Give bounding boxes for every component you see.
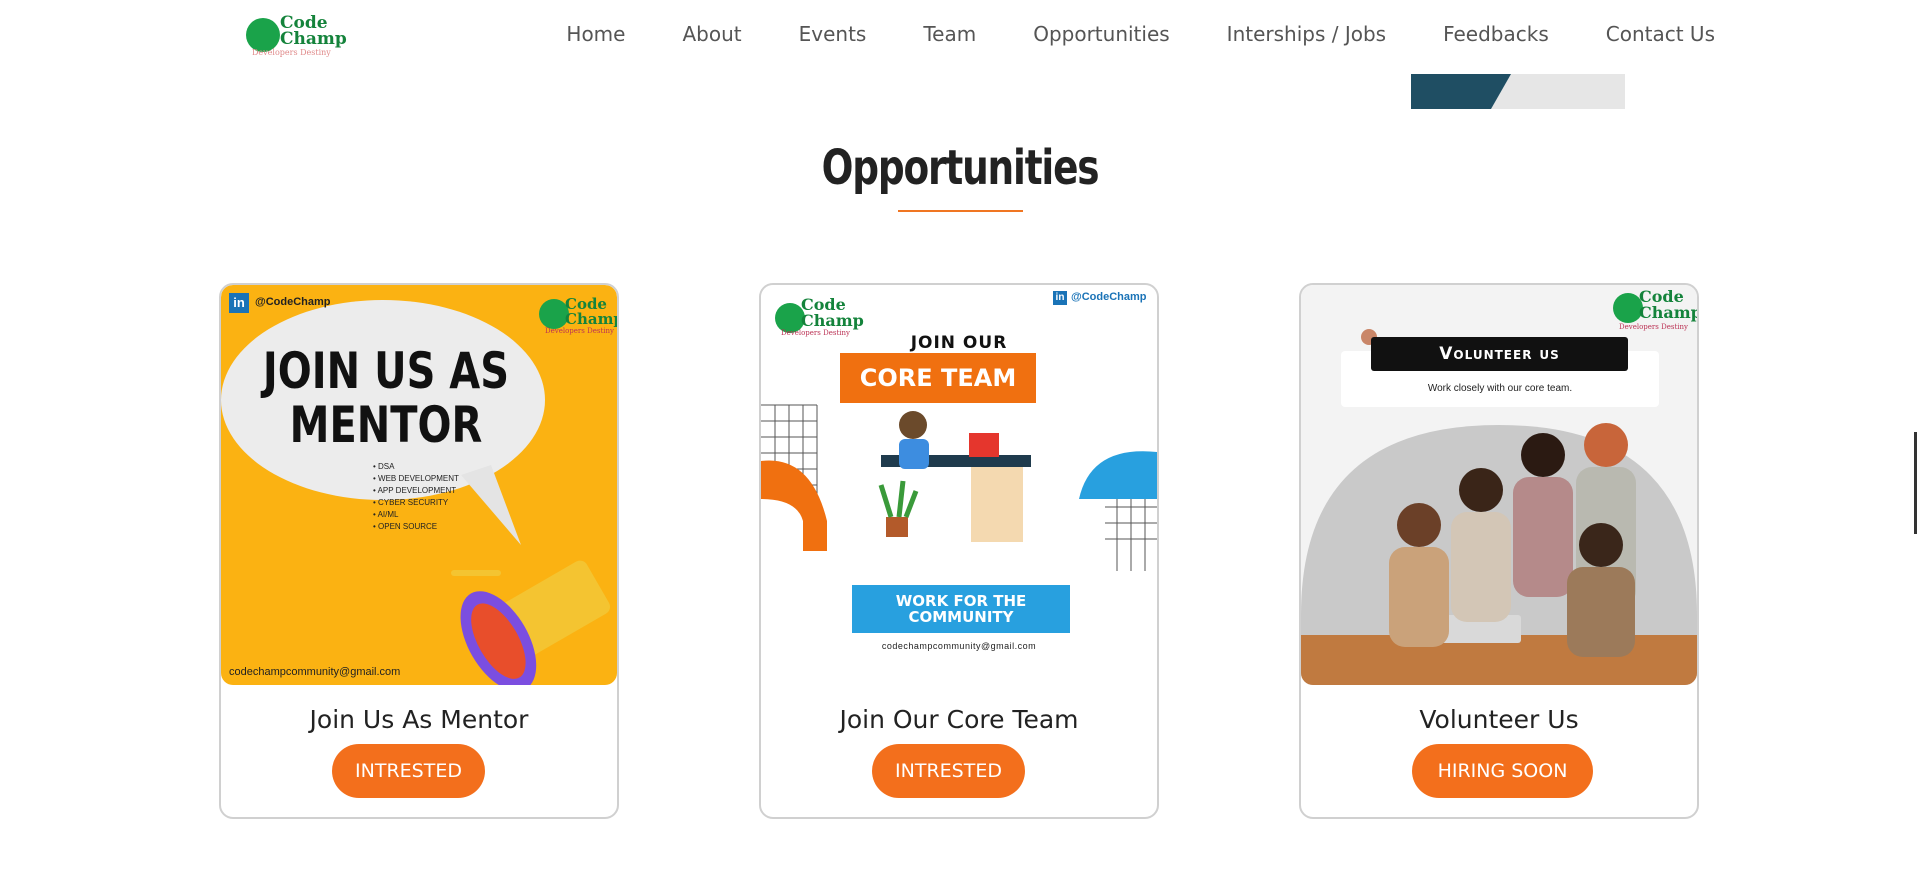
mentor-poster-heading-2: MENTOR [289,396,483,454]
nav-item-internships-jobs[interactable]: Interships / Jobs [1227,22,1386,46]
core-team-poster-banner: WORK FOR THE COMMUNITY [852,585,1070,633]
poster-logo-line2: Champ [1639,303,1697,322]
core-team-poster-handle: @CodeChamp [1071,291,1147,303]
nav-item-about[interactable]: About [682,22,741,46]
hiring-soon-button[interactable]: HIRING SOON [1412,744,1593,798]
volunteer-poster-heading: Volunteer us [1371,337,1628,371]
nav-item-feedbacks[interactable]: Feedbacks [1443,22,1549,46]
card-title: Join Us As Mentor [309,705,529,734]
volunteer-poster: Code Champ Developers Destiny Volunteer … [1301,285,1697,685]
nav-item-contact-us[interactable]: Contact Us [1606,22,1715,46]
section-title: Opportunities [821,140,1100,196]
opportunity-card-mentor: in @CodeChamp Code Champ Developers Dest… [219,283,619,819]
section-title-underline [898,210,1023,212]
core-team-poster-heading-1: JOIN OUR [910,333,1008,353]
logo-tagline: Developers Destiny [252,48,331,57]
poster-logo-line2: Champ [565,310,617,328]
opportunity-card-core-team: in @CodeChamp Code Champ Developers Dest… [759,283,1159,819]
core-team-poster-email: codechampcommunity@gmail.com [881,641,1037,651]
card-title: Join Our Core Team [839,705,1079,734]
opportunity-card-volunteer: Code Champ Developers Destiny Volunteer … [1299,283,1699,819]
linkedin-icon: in [229,293,249,313]
poster-logo-line2: Champ [801,311,864,330]
interested-button[interactable]: INTRESTED [332,744,485,798]
volunteer-poster-subtitle: Work closely with our core team. [1427,383,1573,394]
poster-logo-tag: Developers Destiny [1619,323,1688,331]
core-team-poster-heading-2: CORE TEAM [840,353,1036,403]
linkedin-icon: in [1053,291,1067,305]
navbar: Code Champ Developers Destiny Home About… [0,0,1920,74]
mentor-poster-heading-1: JOIN US AS [262,342,510,400]
interested-button[interactable]: INTRESTED [872,744,1025,798]
logo-text-line2: Champ [280,29,347,49]
mentor-poster-email: codechampcommunity@gmail.com [229,666,401,678]
previous-section-image-fragment [1411,74,1625,109]
poster-logo-tag: Developers Destiny [545,327,614,335]
core-team-poster: in @CodeChamp Code Champ Developers Dest… [761,285,1157,685]
site-logo[interactable]: Code Champ Developers Destiny [246,12,356,62]
nav-item-opportunities[interactable]: Opportunities [1033,22,1169,46]
page-scrollbar[interactable] [1914,432,1917,534]
mentor-poster: in @CodeChamp Code Champ Developers Dest… [221,285,617,685]
card-title: Volunteer Us [1419,705,1579,734]
nav-item-team[interactable]: Team [923,22,976,46]
logo-dot [246,18,280,52]
mentor-poster-bullets: • DSA • WEB DEVELOPMENT • APP DEVELOPMEN… [373,462,459,531]
nav-item-events[interactable]: Events [799,22,867,46]
nav-menu: Home About Events Team Opportunities Int… [509,22,1715,46]
mentor-poster-handle: @CodeChamp [255,296,331,308]
nav-item-home[interactable]: Home [566,22,625,46]
